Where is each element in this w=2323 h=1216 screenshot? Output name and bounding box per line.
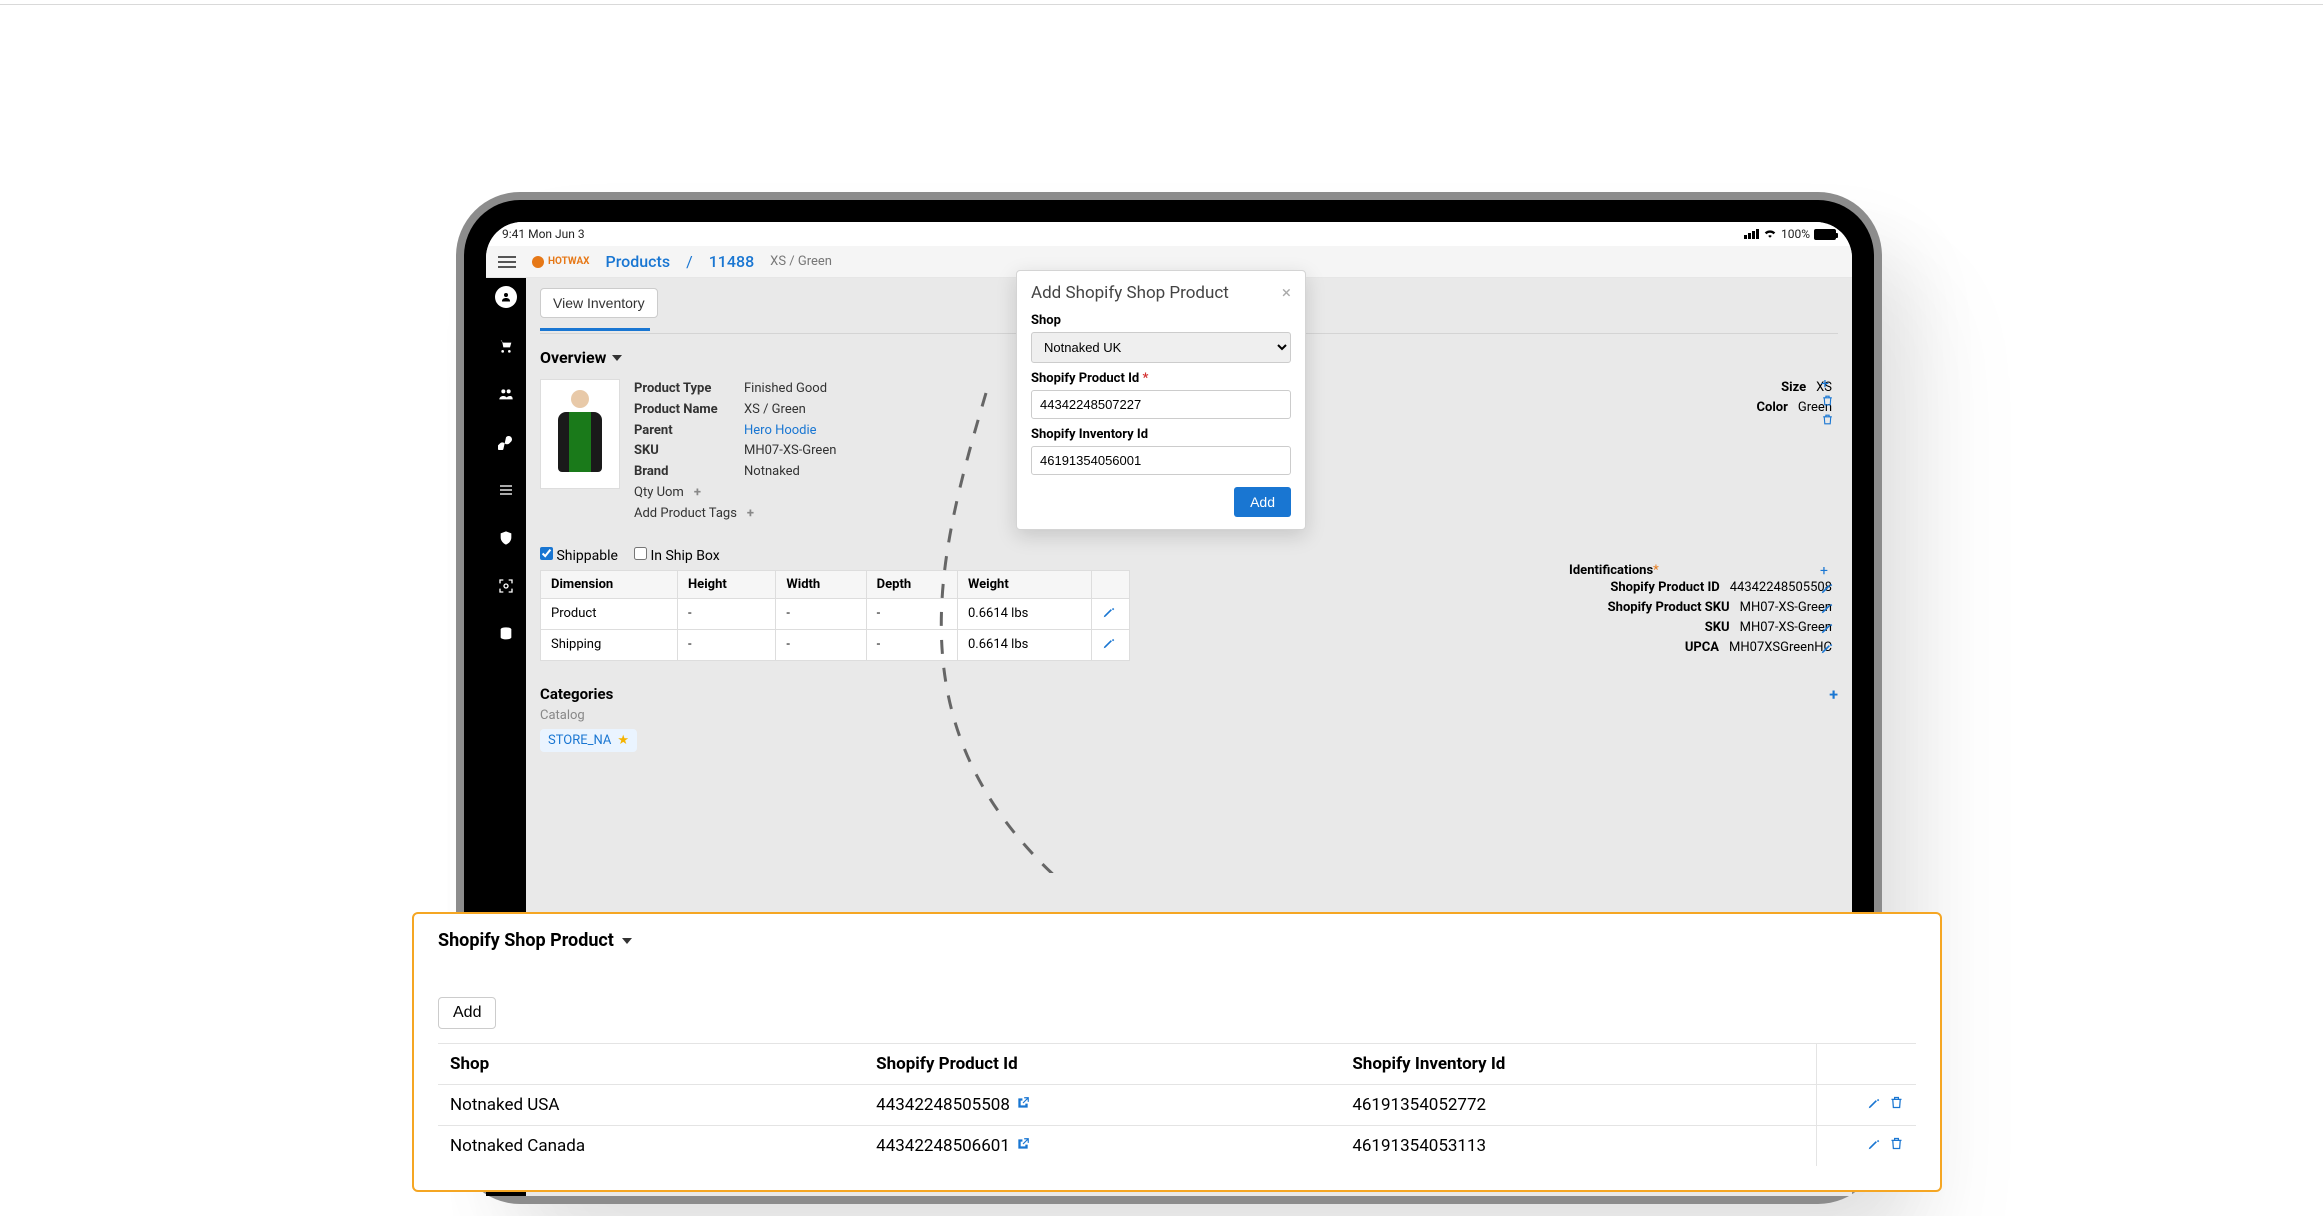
- chevron-down-icon: [622, 938, 632, 944]
- external-link-icon[interactable]: [1016, 1095, 1030, 1115]
- shippable-checkbox[interactable]: Shippable: [540, 547, 618, 564]
- edit-icon[interactable]: [1820, 641, 1834, 659]
- table-row: Notnaked USA 44342248505508 461913540527…: [438, 1085, 1916, 1126]
- categories-block: Categories + Catalog STORE_NA ★: [540, 685, 1838, 752]
- star-icon: ★: [617, 733, 629, 748]
- table-row: Product - - - 0.6614 lbs: [541, 598, 1130, 629]
- shopify-shop-product-panel: Shopify Shop Product Add Shop Shopify Pr…: [412, 912, 1942, 1192]
- category-chip[interactable]: STORE_NA ★: [540, 729, 637, 752]
- chevron-down-icon: [612, 355, 622, 361]
- add-shopify-modal: Add Shopify Shop Product × Shop Notnaked…: [1016, 270, 1306, 530]
- breadcrumb-sep: /: [686, 252, 693, 271]
- breadcrumb-products[interactable]: Products: [606, 252, 671, 271]
- trash-icon[interactable]: [1889, 1136, 1904, 1155]
- in-ship-box-checkbox[interactable]: In Ship Box: [634, 547, 720, 564]
- close-icon[interactable]: ×: [1282, 283, 1291, 303]
- shopify-inventory-id-input[interactable]: [1031, 446, 1291, 475]
- parent-product-link[interactable]: Hero Hoodie: [744, 421, 817, 442]
- battery-pct: 100%: [1781, 227, 1810, 241]
- menu-icon[interactable]: [498, 256, 516, 268]
- add-shopify-product-button[interactable]: Add: [438, 997, 496, 1029]
- plus-icon[interactable]: +: [1820, 563, 1834, 579]
- plus-icon[interactable]: +: [1821, 376, 1834, 392]
- modal-add-button[interactable]: Add: [1234, 487, 1291, 517]
- section-header[interactable]: Shopify Shop Product: [438, 930, 1916, 951]
- plus-icon[interactable]: +: [694, 483, 701, 504]
- breadcrumb-id[interactable]: 11488: [709, 252, 754, 271]
- db-icon[interactable]: [496, 624, 516, 644]
- identifications-block: + Identifications* Shopify Product ID443…: [1569, 563, 1832, 659]
- edit-icon[interactable]: [1867, 1095, 1881, 1114]
- cart-icon[interactable]: [496, 336, 516, 356]
- edit-icon[interactable]: [1820, 601, 1834, 619]
- external-link-icon[interactable]: [1016, 1136, 1030, 1156]
- view-inventory-button[interactable]: View Inventory: [540, 288, 658, 318]
- wifi-icon: [1763, 227, 1777, 241]
- dimension-table: Dimension Height Width Depth Weight Prod…: [540, 570, 1130, 661]
- shop-select[interactable]: Notnaked UK: [1031, 332, 1291, 363]
- trash-icon[interactable]: [1889, 1095, 1904, 1114]
- product-image: [540, 379, 620, 489]
- device-status-bar: 9:41 Mon Jun 3 100%: [486, 222, 1852, 246]
- status-time: 9:41 Mon Jun 3: [502, 227, 585, 241]
- signal-icon: [1744, 229, 1759, 239]
- table-row: Notnaked Canada 44342248506601 461913540…: [438, 1126, 1916, 1167]
- trash-icon[interactable]: [1821, 413, 1834, 430]
- shield-icon[interactable]: [496, 528, 516, 548]
- users-icon[interactable]: [496, 384, 516, 404]
- app-logo: HOTWAX: [532, 256, 590, 268]
- edit-icon[interactable]: [1092, 629, 1130, 660]
- table-row: Shipping - - - 0.6614 lbs: [541, 629, 1130, 660]
- edit-icon[interactable]: [1820, 621, 1834, 639]
- battery-icon: [1814, 229, 1836, 240]
- product-features: + SizeXS ColorGreen: [1757, 378, 1833, 418]
- edit-icon[interactable]: [1092, 598, 1130, 629]
- trash-icon[interactable]: [1821, 394, 1834, 411]
- shopify-product-id-input[interactable]: [1031, 390, 1291, 419]
- plus-icon[interactable]: +: [747, 504, 754, 525]
- shopify-products-table: Shop Shopify Product Id Shopify Inventor…: [438, 1043, 1916, 1166]
- breadcrumb-variant: XS / Green: [770, 254, 832, 269]
- list-icon[interactable]: [496, 480, 516, 500]
- profile-icon[interactable]: [495, 286, 517, 308]
- link-icon[interactable]: [496, 432, 516, 452]
- plus-icon[interactable]: +: [1829, 685, 1838, 704]
- edit-icon[interactable]: [1867, 1136, 1881, 1155]
- scan-icon[interactable]: [496, 576, 516, 596]
- edit-icon[interactable]: [1820, 581, 1834, 599]
